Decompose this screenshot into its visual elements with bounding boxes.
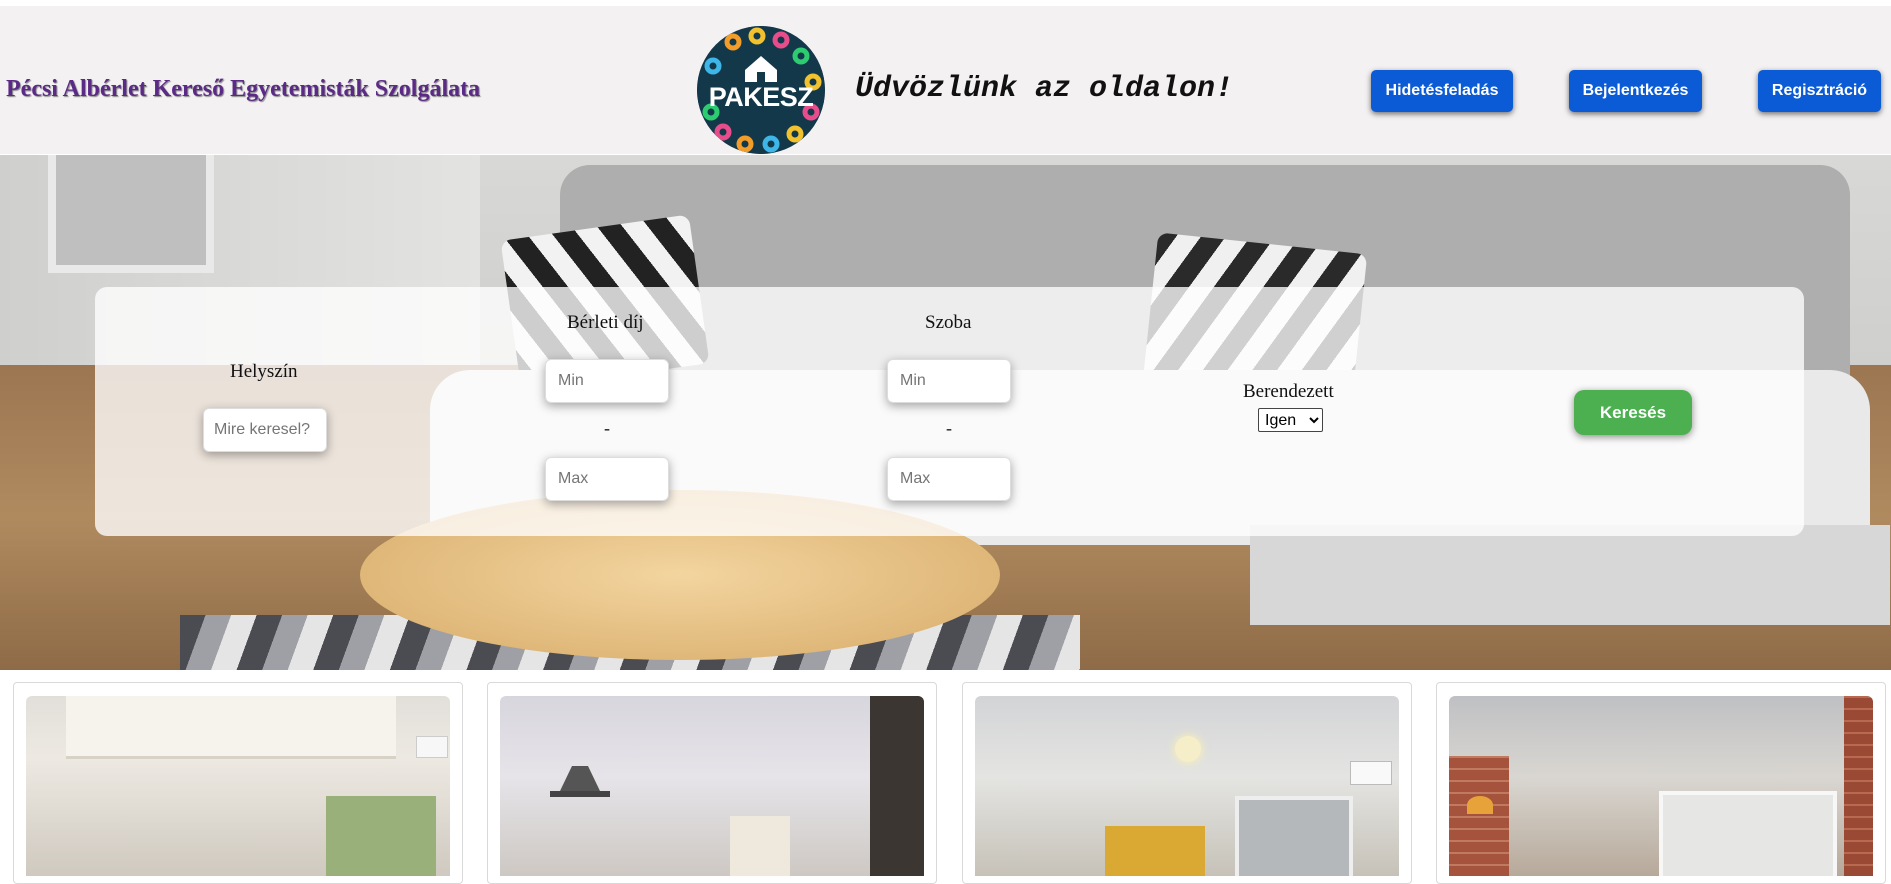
window [1659, 791, 1837, 876]
post-ad-button[interactable]: Hidetésfeladás [1371, 70, 1513, 112]
wardrobe [870, 696, 924, 876]
rent-min-input[interactable] [545, 359, 669, 403]
hero-window [48, 155, 214, 273]
ceiling-panel [66, 696, 396, 759]
listing-image[interactable] [500, 696, 924, 876]
rent-max-input[interactable] [545, 457, 669, 501]
window-greenery [326, 796, 436, 876]
listing-card[interactable] [13, 682, 463, 884]
air-conditioner [416, 736, 448, 758]
register-button[interactable]: Regisztráció [1758, 70, 1881, 112]
rooms-separator: - [946, 418, 952, 438]
location-label: Helyszín [230, 361, 298, 382]
location-input[interactable] [203, 408, 327, 452]
brick-wall [1449, 756, 1509, 876]
login-button[interactable]: Bejelentkezés [1569, 70, 1702, 112]
window [1235, 796, 1353, 876]
pendant-lamp [1467, 796, 1493, 814]
listing-image[interactable] [1449, 696, 1873, 876]
rent-separator: - [604, 418, 610, 438]
site-header: Pécsi Albérlet Kereső Egyetemisták Szolg… [0, 6, 1891, 154]
furnished-select[interactable]: Igen [1258, 408, 1323, 432]
pakesz-logo[interactable]: PAKESZ [697, 26, 825, 154]
rooms-min-input[interactable] [887, 359, 1011, 403]
welcome-message: Üdvözlünk az oldalon! [855, 72, 1234, 106]
listing-image[interactable] [975, 696, 1399, 876]
site-title[interactable]: Pécsi Albérlet Kereső Egyetemisták Szolg… [6, 76, 480, 103]
listing-card[interactable] [487, 682, 937, 884]
rooms-label: Szoba [925, 312, 972, 333]
logo-text: PAKESZ [708, 82, 814, 112]
yellow-cabinets [1105, 826, 1205, 876]
listing-card[interactable] [1436, 682, 1886, 884]
furnished-label: Berendezett [1243, 381, 1334, 402]
air-conditioner [1350, 761, 1392, 785]
search-button[interactable]: Keresés [1574, 390, 1692, 435]
brick-wall [1844, 696, 1873, 876]
curtain [730, 816, 790, 876]
range-hood [560, 766, 600, 791]
ceiling-lamp [1175, 736, 1201, 762]
listing-card[interactable] [962, 682, 1412, 884]
shelf [550, 791, 610, 797]
hero-sofa-base [1250, 525, 1890, 625]
listing-image[interactable] [26, 696, 450, 876]
rent-label: Bérleti díj [567, 312, 644, 333]
rooms-max-input[interactable] [887, 457, 1011, 501]
